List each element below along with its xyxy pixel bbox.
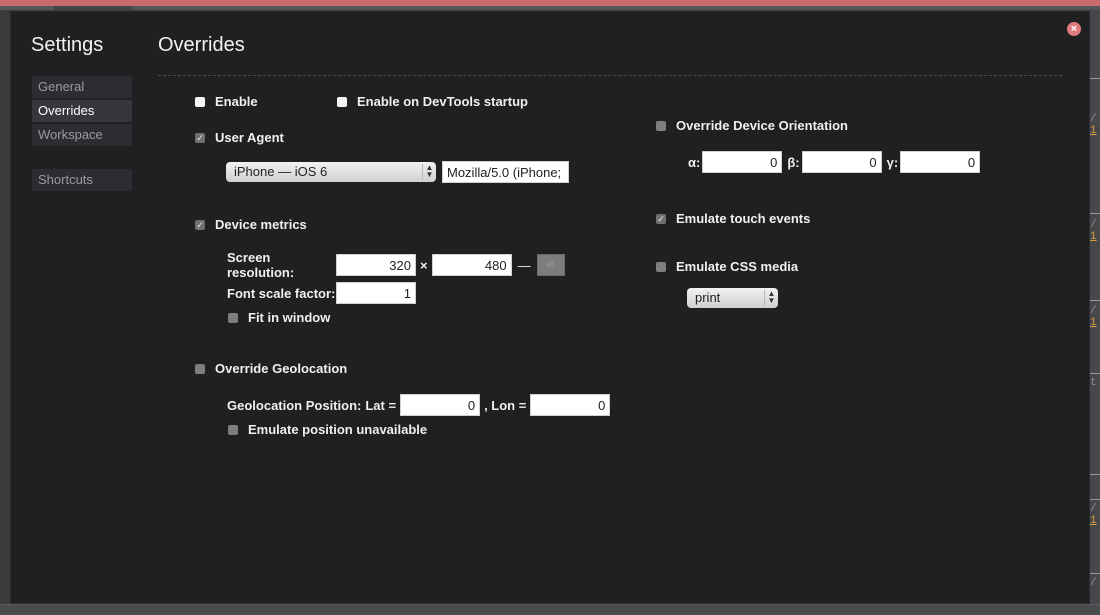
css-media-select-value: print bbox=[695, 290, 721, 305]
page-title: Overrides bbox=[158, 34, 245, 56]
background-tab bbox=[54, 6, 132, 10]
css-media-select[interactable]: print ▲ ▼ bbox=[687, 288, 778, 308]
bg-divider bbox=[1090, 300, 1100, 301]
css-media-checkbox[interactable] bbox=[656, 261, 666, 272]
bg-slash-mark: / bbox=[1090, 577, 1097, 589]
swap-dimensions-icon: ⇄ bbox=[546, 259, 555, 270]
dash-symbol: — bbox=[517, 257, 531, 273]
sidebar-item-overrides[interactable]: Overrides bbox=[32, 100, 132, 122]
background-status-bar bbox=[0, 604, 1100, 615]
user-agent-select[interactable]: iPhone — iOS 6 ▲ ▼ bbox=[226, 162, 436, 182]
alpha-label: α: bbox=[688, 154, 701, 170]
screen-resolution-row: Screen resolution: 320 × 480 — ⇄ bbox=[227, 250, 565, 280]
settings-sidebar: General Overrides Workspace Shortcuts bbox=[32, 76, 132, 193]
gamma-label: γ: bbox=[886, 154, 899, 170]
enable-label: Enable bbox=[215, 94, 258, 109]
background-left-edge bbox=[0, 10, 10, 615]
user-agent-row: ✓ User Agent bbox=[195, 130, 284, 145]
geolocation-position-label: Geolocation Position: bbox=[227, 397, 362, 413]
bg-slash-mark: / bbox=[1090, 113, 1097, 125]
sidebar-item-shortcuts[interactable]: Shortcuts bbox=[32, 169, 132, 191]
longitude-input[interactable]: 0 bbox=[530, 394, 611, 416]
touch-events-checkbox[interactable]: ✓ bbox=[656, 213, 666, 224]
settings-title: Settings bbox=[31, 34, 104, 56]
latitude-input[interactable]: 0 bbox=[400, 394, 481, 416]
sidebar-item-workspace[interactable]: Workspace bbox=[32, 124, 132, 146]
bg-divider bbox=[1090, 474, 1100, 475]
fit-in-window-checkbox[interactable] bbox=[228, 312, 238, 323]
select-arrows-icon: ▲ ▼ bbox=[422, 164, 436, 180]
position-unavailable-label: Emulate position unavailable bbox=[248, 422, 428, 437]
bg-number-mark: 1 bbox=[1090, 515, 1097, 527]
css-media-label: Emulate CSS media bbox=[676, 259, 799, 274]
device-metrics-label: Device metrics bbox=[215, 217, 307, 232]
lon-label: , Lon = bbox=[484, 397, 527, 413]
window-top-shadow bbox=[0, 6, 1100, 10]
device-orientation-row: Override Device Orientation bbox=[656, 118, 848, 133]
bg-slash-mark: / bbox=[1090, 503, 1097, 515]
user-agent-checkbox[interactable]: ✓ bbox=[195, 132, 205, 143]
gamma-input[interactable]: 0 bbox=[900, 151, 981, 173]
bg-divider bbox=[1090, 573, 1100, 574]
enable-startup-row: Enable on DevTools startup bbox=[337, 94, 528, 109]
screen-height-input[interactable]: 480 bbox=[431, 254, 512, 276]
beta-input[interactable]: 0 bbox=[801, 151, 882, 173]
css-media-select-row: print ▲ ▼ bbox=[687, 288, 778, 308]
screen-width-input[interactable]: 320 bbox=[336, 254, 416, 276]
screen-resolution-label: Screen resolution: bbox=[227, 250, 295, 280]
touch-events-row: ✓ Emulate touch events bbox=[656, 211, 810, 226]
user-agent-string-input[interactable]: Mozilla/5.0 (iPhone; bbox=[442, 161, 569, 183]
css-media-row: Emulate CSS media bbox=[656, 259, 798, 274]
beta-label: β: bbox=[787, 154, 800, 170]
geolocation-row: Override Geolocation bbox=[195, 361, 347, 376]
enable-startup-checkbox[interactable] bbox=[337, 96, 347, 107]
enable-checkbox[interactable] bbox=[195, 96, 205, 107]
bg-number-mark: 1 bbox=[1090, 231, 1097, 243]
device-orientation-checkbox[interactable] bbox=[656, 120, 666, 131]
position-unavailable-checkbox[interactable] bbox=[228, 424, 238, 435]
font-scale-input[interactable]: 1 bbox=[336, 282, 416, 304]
sidebar-item-general[interactable]: General bbox=[32, 76, 132, 98]
geolocation-label: Override Geolocation bbox=[215, 361, 348, 376]
bg-divider bbox=[1090, 213, 1100, 214]
device-metrics-row: ✓ Device metrics bbox=[195, 217, 307, 232]
bg-number-mark: 1 bbox=[1090, 125, 1097, 137]
orientation-values-row: α: 0 β: 0 γ: 0 bbox=[688, 151, 981, 173]
user-agent-controls: iPhone — iOS 6 ▲ ▼ Mozilla/5.0 (iPhone; bbox=[226, 161, 569, 183]
font-scale-label: Font scale factor: bbox=[227, 285, 336, 301]
device-metrics-checkbox[interactable]: ✓ bbox=[195, 219, 205, 230]
enable-row: Enable bbox=[195, 94, 258, 109]
device-orientation-label: Override Device Orientation bbox=[676, 118, 848, 133]
alpha-input[interactable]: 0 bbox=[702, 151, 783, 173]
geolocation-checkbox[interactable] bbox=[195, 363, 205, 374]
background-right-panel: / 1 / 1 / 1 t / 1 / bbox=[1090, 10, 1100, 615]
settings-dialog: × Settings General Overrides Workspace S… bbox=[10, 11, 1090, 604]
select-arrows-icon: ▲ ▼ bbox=[764, 290, 778, 306]
bg-slash-mark: / bbox=[1090, 305, 1097, 317]
bg-slash-mark: / bbox=[1090, 219, 1097, 231]
close-icon: × bbox=[1070, 23, 1078, 35]
swap-dimensions-button[interactable]: ⇄ bbox=[536, 254, 565, 276]
fit-in-window-label: Fit in window bbox=[248, 310, 331, 325]
times-symbol: × bbox=[420, 257, 428, 273]
user-agent-label: User Agent bbox=[215, 130, 284, 145]
user-agent-select-value: iPhone — iOS 6 bbox=[234, 164, 328, 179]
close-button[interactable]: × bbox=[1067, 22, 1081, 36]
position-unavailable-row: Emulate position unavailable bbox=[228, 422, 427, 437]
bg-divider bbox=[1090, 78, 1100, 79]
font-scale-row: Font scale factor: 1 bbox=[227, 282, 416, 304]
bg-slash-mark: t bbox=[1090, 377, 1097, 389]
enable-startup-label: Enable on DevTools startup bbox=[357, 94, 528, 109]
bg-number-mark: 1 bbox=[1090, 317, 1097, 329]
bg-divider bbox=[1090, 499, 1100, 500]
title-divider bbox=[158, 75, 1062, 76]
geolocation-position-row: Geolocation Position: Lat = 0 , Lon = 0 bbox=[227, 394, 611, 416]
lat-label: Lat = bbox=[365, 397, 397, 413]
fit-in-window-row: Fit in window bbox=[228, 310, 330, 325]
touch-events-label: Emulate touch events bbox=[676, 211, 811, 226]
bg-divider bbox=[1090, 373, 1100, 374]
